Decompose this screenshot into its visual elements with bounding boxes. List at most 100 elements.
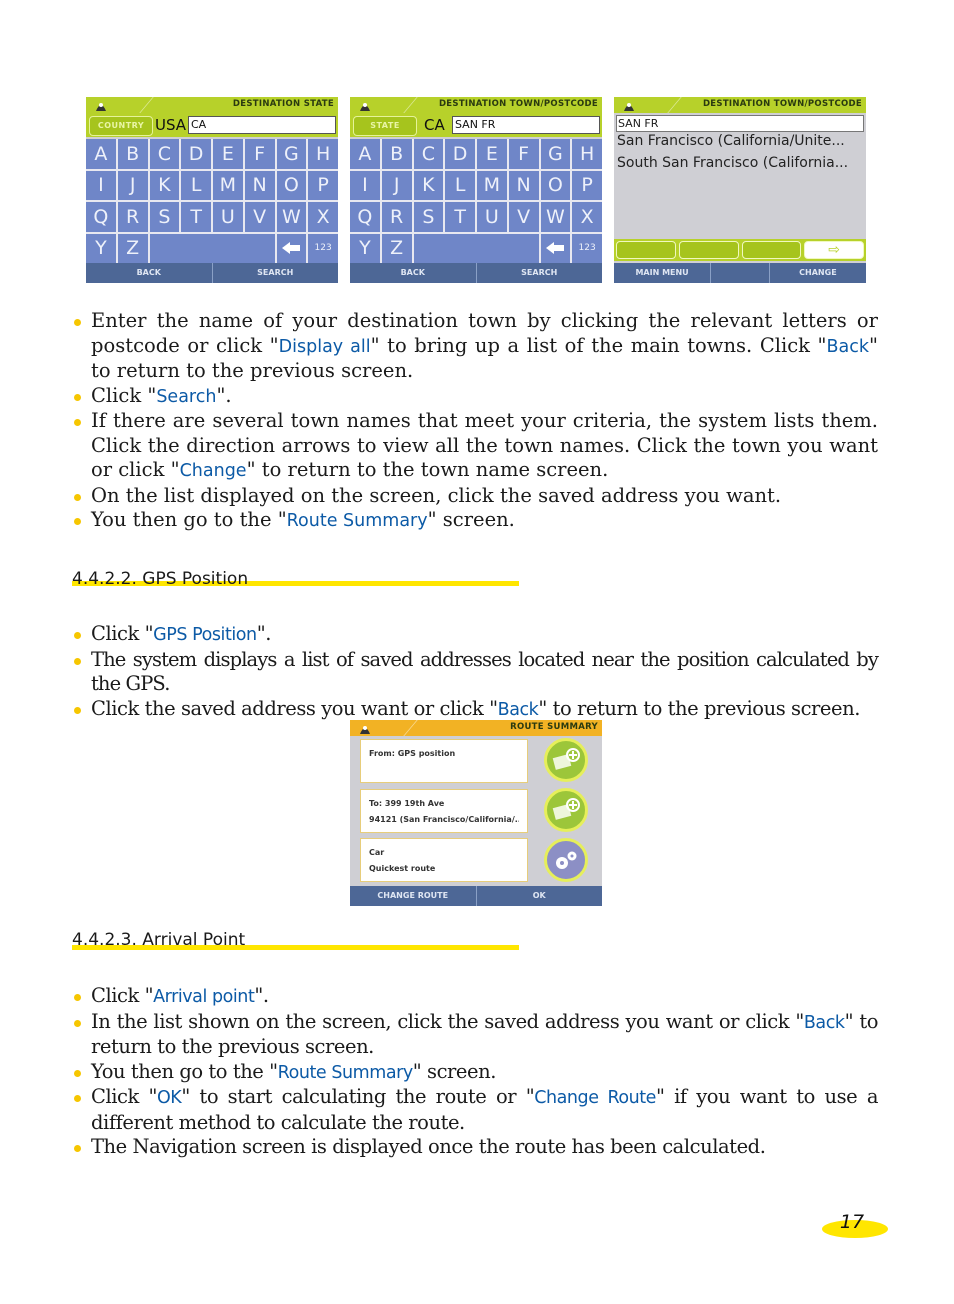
title-bar: DESTINATION STATE [86, 97, 338, 113]
back-button[interactable]: BACK [350, 263, 477, 283]
key-h[interactable]: H [572, 139, 602, 169]
change-button[interactable]: CHANGE [770, 263, 866, 283]
key-a[interactable]: A [86, 139, 116, 169]
key-k[interactable]: K [413, 170, 444, 200]
key-g[interactable]: G [276, 139, 307, 169]
key-l[interactable]: L [445, 170, 475, 200]
key-o[interactable]: O [276, 170, 307, 200]
key-s[interactable]: S [149, 202, 180, 232]
key-r[interactable]: R [381, 202, 412, 232]
key-z[interactable]: Z [117, 233, 148, 263]
key-y[interactable]: Y [350, 233, 380, 263]
key-c[interactable]: C [413, 139, 444, 169]
page-number: 17 [822, 1211, 888, 1238]
key-g[interactable]: G [540, 139, 571, 169]
key-h[interactable]: H [308, 139, 338, 169]
key-e[interactable]: E [213, 139, 243, 169]
change-route-button[interactable]: CHANGE ROUTE [350, 886, 477, 906]
key-b[interactable]: B [117, 139, 148, 169]
backspace-key[interactable] [540, 233, 571, 263]
key-space[interactable] [149, 233, 275, 263]
key-r[interactable]: R [117, 202, 148, 232]
state-button[interactable]: STATE [353, 116, 417, 136]
key-i[interactable]: I [86, 170, 116, 200]
arrow-left-icon [282, 242, 301, 255]
key-u[interactable]: U [477, 202, 507, 232]
list-item: Click "Arrival point". [72, 984, 878, 1010]
key-t[interactable]: T [445, 202, 475, 232]
key-n[interactable]: N [244, 170, 275, 200]
numeric-key[interactable]: 123 [572, 233, 602, 263]
country-prefix: USA [155, 116, 187, 134]
key-x[interactable]: X [308, 202, 338, 232]
key-t[interactable]: T [181, 202, 211, 232]
add-favorite-from-button[interactable] [544, 738, 588, 782]
back-button[interactable]: BACK [86, 263, 213, 283]
key-j[interactable]: J [381, 170, 412, 200]
list-item: If there are several town names that mee… [72, 409, 878, 484]
from-text: From: GPS position [369, 749, 456, 758]
key-v[interactable]: V [508, 202, 539, 232]
key-w[interactable]: W [276, 202, 307, 232]
key-c[interactable]: C [149, 139, 180, 169]
key-o[interactable]: O [540, 170, 571, 200]
key-y[interactable]: Y [86, 233, 116, 263]
key-m[interactable]: M [477, 170, 507, 200]
nav-slot-1[interactable] [616, 241, 676, 259]
key-v[interactable]: V [244, 202, 275, 232]
list-item: You then go to the "Route Summary" scree… [72, 508, 878, 534]
key-z[interactable]: Z [381, 233, 412, 263]
route-settings-button[interactable] [544, 838, 588, 882]
key-s[interactable]: S [413, 202, 444, 232]
instructions-list-2: Click "GPS Position". The system display… [72, 622, 879, 722]
key-n[interactable]: N [508, 170, 539, 200]
key-i[interactable]: I [350, 170, 380, 200]
key-p[interactable]: P [308, 170, 338, 200]
to-box[interactable]: To: 399 19th Ave 94121 (San Francisco/Ca… [360, 789, 528, 833]
nav-slot-3[interactable] [741, 241, 802, 259]
key-d[interactable]: D [445, 139, 475, 169]
key-u[interactable]: U [213, 202, 243, 232]
search-button[interactable]: SEARCH [477, 263, 603, 283]
key-e[interactable]: E [477, 139, 507, 169]
bottom-bar: CHANGE ROUTE OK [350, 886, 602, 906]
key-x[interactable]: X [572, 202, 602, 232]
ok-button[interactable]: OK [477, 886, 603, 906]
key-b[interactable]: B [381, 139, 412, 169]
key-w[interactable]: W [540, 202, 571, 232]
empty-button[interactable] [711, 263, 770, 283]
search-field[interactable]: SAN FR [616, 115, 864, 132]
state-input[interactable]: CA [188, 116, 336, 134]
key-j[interactable]: J [117, 170, 148, 200]
key-p[interactable]: P [572, 170, 602, 200]
list-item: You then go to the "Route Summary" scree… [72, 1060, 878, 1086]
key-m[interactable]: M [213, 170, 243, 200]
key-k[interactable]: K [149, 170, 180, 200]
navigation-row: ⇨ [614, 239, 866, 261]
next-page-button[interactable]: ⇨ [804, 241, 864, 259]
key-d[interactable]: D [181, 139, 211, 169]
numeric-key[interactable]: 123 [308, 233, 338, 263]
from-box[interactable]: From: GPS position [360, 739, 528, 783]
key-q[interactable]: Q [350, 202, 380, 232]
key-f[interactable]: F [244, 139, 275, 169]
input-row: STATE CA SAN FR [350, 113, 602, 137]
route-type: Quickest route [369, 864, 436, 873]
nav-slot-2[interactable] [678, 241, 739, 259]
country-button[interactable]: COUNTRY [89, 116, 153, 136]
route-options-box[interactable]: Car Quickest route [360, 838, 528, 882]
result-item[interactable]: South San Francisco (California... [617, 155, 848, 171]
keyword-route-summary: Route Summary [286, 511, 428, 531]
add-favorite-to-button[interactable] [544, 788, 588, 832]
town-input[interactable]: SAN FR [452, 116, 600, 134]
main-menu-button[interactable]: MAIN MENU [614, 263, 712, 283]
result-item[interactable]: San Francisco (California/Unite... [617, 133, 845, 149]
key-l[interactable]: L [181, 170, 211, 200]
key-space[interactable] [413, 233, 539, 263]
key-a[interactable]: A [350, 139, 380, 169]
key-f[interactable]: F [508, 139, 539, 169]
search-button[interactable]: SEARCH [213, 263, 339, 283]
backspace-key[interactable] [276, 233, 307, 263]
key-q[interactable]: Q [86, 202, 116, 232]
instructions-list-3: Click "Arrival point". In the list shown… [72, 984, 878, 1160]
